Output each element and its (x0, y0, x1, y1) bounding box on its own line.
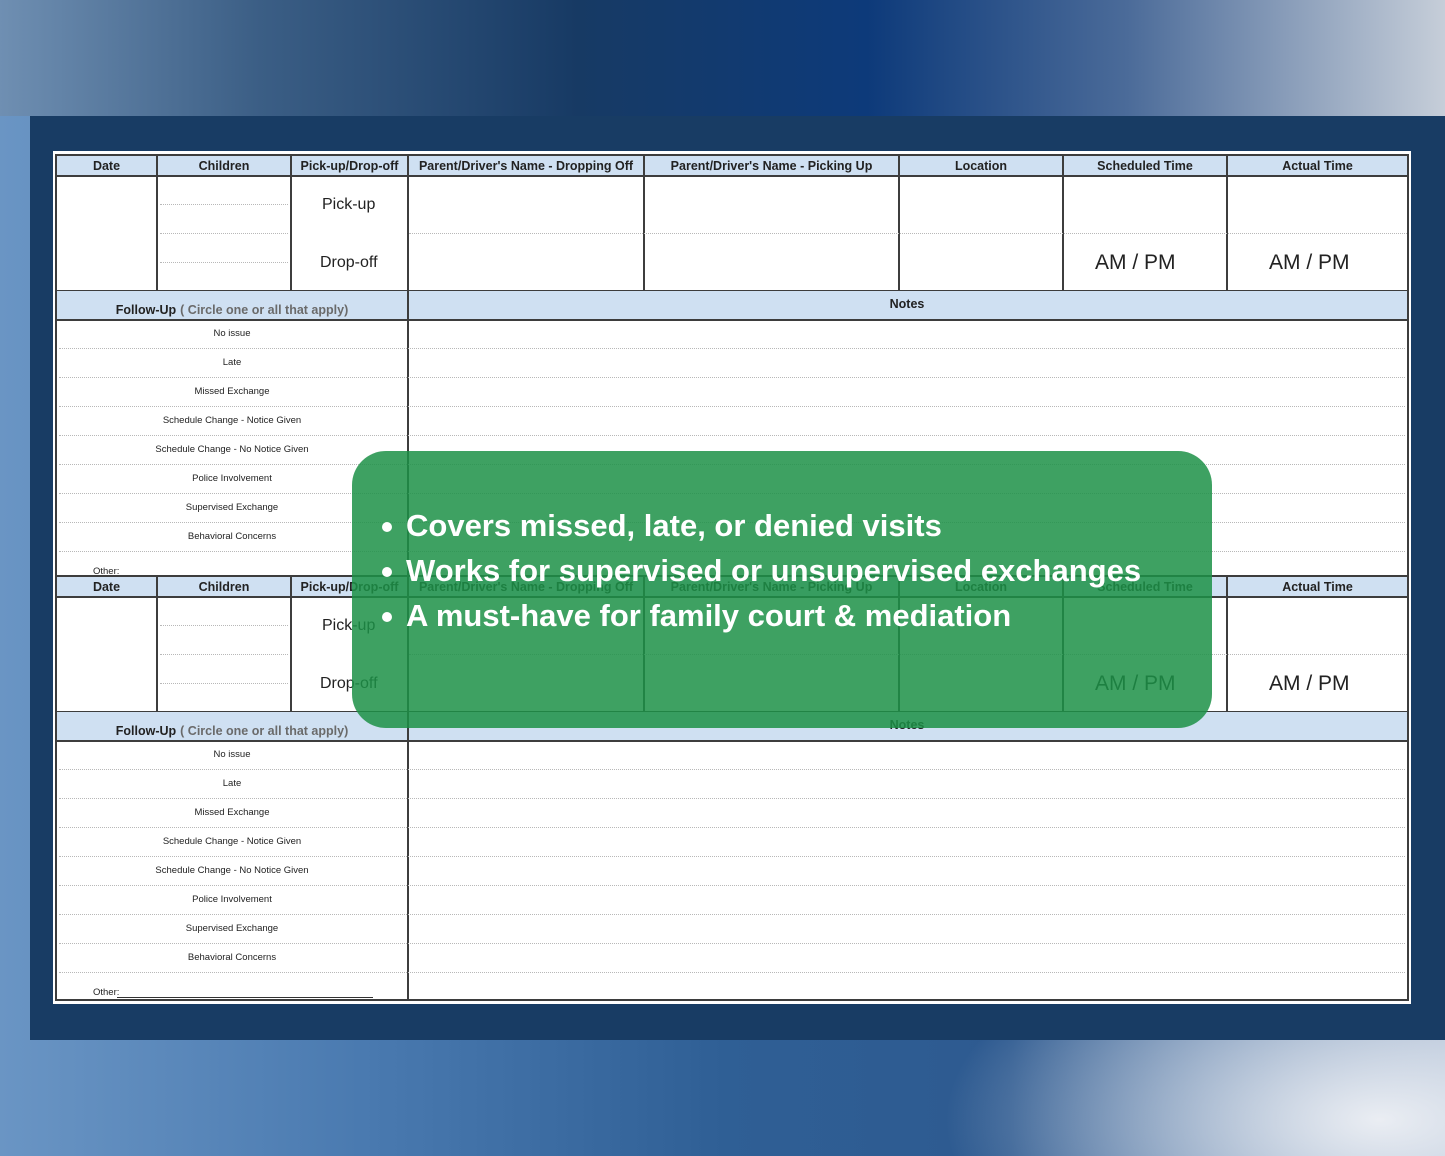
followup-item[interactable]: Schedule Change - Notice Given (57, 836, 407, 847)
feature-bullet: Covers missed, late, or denied visits (382, 503, 1212, 548)
followup-item[interactable]: Late (57, 357, 407, 368)
header-actual-time: Actual Time (1282, 158, 1353, 173)
followup-item[interactable]: No issue (57, 328, 407, 339)
header-picking-up: Parent/Driver's Name - Picking Up (645, 156, 900, 175)
followup-header: Follow-Up( Circle one or all that apply) (57, 291, 407, 319)
feature-bullet: A must-have for family court & mediation (382, 593, 1212, 638)
top-banner (0, 0, 1445, 116)
header-dropping-off: Parent/Driver's Name - Dropping Off (409, 156, 645, 175)
feature-callout: Covers missed, late, or denied visits Wo… (352, 451, 1212, 728)
followup-item[interactable]: Late (57, 778, 407, 789)
header-pickup-dropoff: Pick-up/Drop-off (292, 156, 409, 175)
header-row: Date Children Pick-up/Drop-off Parent/Dr… (57, 156, 1407, 177)
followup-item[interactable]: No issue (57, 749, 407, 760)
scheduled-ampm[interactable]: AM / PM (1095, 251, 1176, 275)
followup-item[interactable]: Missed Exchange (57, 386, 407, 397)
followup-item[interactable]: Behavioral Concerns (57, 952, 407, 963)
header-date: Date (57, 156, 158, 175)
notes-header: Notes (407, 291, 1407, 319)
followup-item[interactable]: Schedule Change - No Notice Given (57, 865, 407, 876)
header-date: Date (57, 577, 158, 596)
pickup-label: Pick-up (322, 196, 376, 213)
feature-list: Covers missed, late, or denied visits Wo… (352, 451, 1212, 638)
followup-item[interactable]: Schedule Change - Notice Given (57, 415, 407, 426)
followup-header: Follow-Up( Circle one or all that apply) (57, 712, 407, 740)
followup-item[interactable]: Supervised Exchange (57, 923, 407, 934)
followup-item[interactable]: Police Involvement (57, 894, 407, 905)
actual-ampm[interactable]: AM / PM (1269, 672, 1350, 696)
feature-bullet: Works for supervised or unsupervised exc… (382, 548, 1212, 593)
header-children: Children (158, 156, 292, 175)
header-children: Children (158, 577, 292, 596)
actual-ampm[interactable]: AM / PM (1269, 251, 1350, 275)
header-actual-time: Actual Time (1282, 579, 1353, 594)
followup-item[interactable]: Missed Exchange (57, 807, 407, 818)
dropoff-label: Drop-off (320, 254, 378, 271)
header-scheduled-time: Scheduled Time (1064, 156, 1228, 175)
other-field[interactable] (117, 997, 373, 998)
header-location: Location (900, 156, 1064, 175)
other-label: Other: (93, 987, 120, 998)
